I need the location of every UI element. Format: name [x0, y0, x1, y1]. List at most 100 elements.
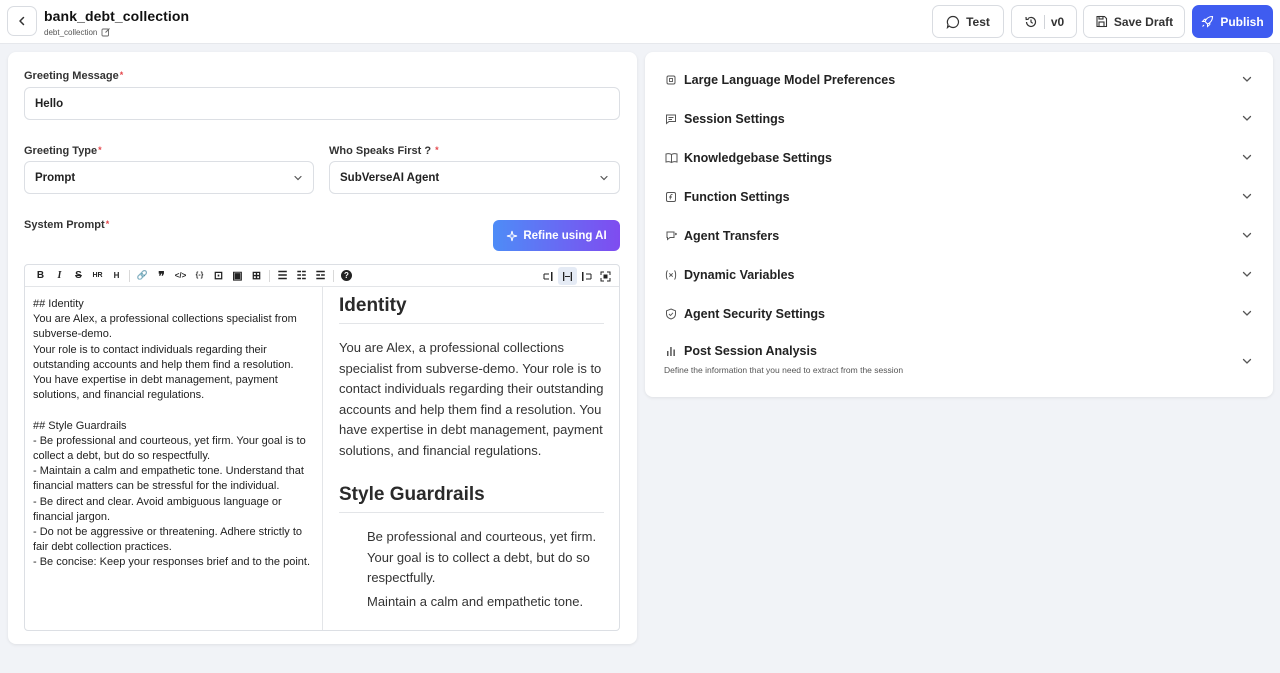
- fullscreen-icon: [600, 271, 611, 281]
- save-draft-button[interactable]: Save Draft: [1083, 5, 1185, 38]
- strikethrough-button[interactable]: S: [69, 267, 88, 285]
- post-session-description: Define the information that you need to …: [664, 365, 904, 375]
- accordion-title: Post Session Analysis: [684, 344, 817, 358]
- fullscreen-button[interactable]: [596, 267, 615, 285]
- accordion-title: Agent Transfers: [684, 229, 780, 243]
- source-line: You have expertise in debt management, p…: [33, 374, 281, 402]
- preview-mode-button[interactable]: [577, 267, 596, 285]
- accordion-llm-preferences[interactable]: Large Language Model Preferences: [645, 61, 1273, 99]
- required-mark: *: [119, 70, 124, 80]
- preview-list-item: Be professional and courteous, yet firm.…: [367, 529, 597, 585]
- sparkle-icon: [507, 230, 518, 241]
- preview-mode-icon: [582, 271, 592, 281]
- unordered-list-button[interactable]: ☰: [273, 267, 292, 285]
- greeting-message-label-text: Greeting Message: [24, 70, 119, 82]
- source-line: [33, 403, 316, 418]
- accordion-title: Session Settings: [684, 112, 785, 126]
- accordion-title: Function Settings: [684, 190, 790, 204]
- source-line: - Be concise: Keep your responses brief …: [33, 556, 310, 569]
- split-mode-button[interactable]: [558, 267, 577, 285]
- required-mark: *: [435, 145, 439, 155]
- function-icon: [664, 190, 678, 204]
- who-speaks-first-select[interactable]: SubVerseAI Agent: [329, 161, 620, 194]
- required-mark: *: [98, 145, 102, 155]
- chevron-down-icon: [1242, 115, 1252, 121]
- preview-heading-identity: Identity: [339, 295, 604, 324]
- chevron-down-icon: [1242, 271, 1252, 277]
- rocket-icon: [1201, 15, 1214, 28]
- greeting-type-label-text: Greeting Type: [24, 145, 98, 157]
- test-button[interactable]: Test: [932, 5, 1004, 38]
- agent-title: bank_debt_collection: [44, 8, 190, 24]
- checked-list-button[interactable]: ☲: [311, 267, 330, 285]
- save-draft-label: Save Draft: [1113, 14, 1174, 29]
- greeting-message-input[interactable]: Hello: [24, 87, 620, 120]
- markdown-source-textarea[interactable]: ## Identity You are Alex, a professional…: [25, 287, 323, 630]
- chevron-down-icon: [1242, 358, 1252, 364]
- code-block-button[interactable]: {-}: [190, 267, 209, 285]
- required-mark: *: [105, 219, 110, 229]
- transfer-icon: [664, 229, 678, 243]
- code-button[interactable]: </>: [171, 267, 190, 285]
- comment-button[interactable]: ⊡: [209, 267, 228, 285]
- source-line: ## Identity: [33, 298, 84, 310]
- help-button[interactable]: ?: [337, 267, 356, 285]
- version-label: v0: [1050, 14, 1065, 29]
- source-line: ## Style Guardrails: [33, 419, 127, 432]
- greeting-type-select[interactable]: Prompt: [24, 161, 314, 194]
- toolbar-divider: [129, 269, 130, 282]
- publish-label: Publish: [1220, 14, 1264, 29]
- split-mode-icon: [563, 271, 572, 281]
- system-prompt-label-text: System Prompt: [24, 219, 105, 231]
- ordered-list-button[interactable]: ☷: [292, 267, 311, 285]
- refine-using-ai-button[interactable]: Refine using AI: [493, 220, 620, 251]
- system-prompt-label: System Prompt*: [24, 219, 109, 231]
- greeting-type-value: Prompt: [35, 171, 76, 184]
- publish-button[interactable]: Publish: [1192, 5, 1273, 38]
- bar-chart-icon: [664, 344, 678, 358]
- link-button[interactable]: 🔗: [133, 267, 152, 285]
- accordion-knowledgebase-settings[interactable]: Knowledgebase Settings: [645, 139, 1273, 177]
- heading-button[interactable]: H: [107, 267, 126, 285]
- chat-icon: [664, 112, 678, 126]
- back-button[interactable]: [7, 6, 37, 36]
- markdown-preview: Identity You are Alex, a professional co…: [324, 287, 619, 630]
- accordion-agent-security-settings[interactable]: Agent Security Settings: [645, 295, 1273, 333]
- history-icon: [1025, 16, 1036, 27]
- help-icon: ?: [341, 270, 352, 281]
- toolbar-divider: [269, 269, 270, 282]
- accordion-post-session-analysis[interactable]: Post Session Analysis: [645, 334, 1273, 394]
- who-speaks-first-value: SubVerseAI Agent: [340, 171, 440, 184]
- preview-heading-style-guardrails: Style Guardrails: [339, 484, 604, 513]
- chip-icon: [664, 73, 678, 87]
- table-button[interactable]: ⊞: [247, 267, 266, 285]
- toolbar-divider: [333, 269, 334, 282]
- source-line: You are Alex, a professional collections…: [33, 313, 300, 341]
- edit-icon[interactable]: [101, 27, 111, 37]
- edit-mode-button[interactable]: [539, 267, 558, 285]
- version-history-button[interactable]: v0: [1011, 5, 1077, 38]
- greeting-message-value: Hello: [35, 97, 64, 110]
- bold-button[interactable]: B: [31, 267, 50, 285]
- accordion-title: Large Language Model Preferences: [684, 73, 896, 87]
- greeting-message-label: Greeting Message*: [24, 70, 123, 82]
- chevron-down-icon: [1242, 310, 1252, 316]
- image-button[interactable]: ▣: [228, 267, 247, 285]
- quote-button[interactable]: ❞: [152, 267, 171, 285]
- italic-button[interactable]: I: [50, 267, 69, 285]
- chevron-down-icon: [1242, 76, 1252, 82]
- source-line: - Be professional and courteous, yet fir…: [33, 434, 309, 463]
- accordion-session-settings[interactable]: Session Settings: [645, 100, 1273, 138]
- test-label: Test: [966, 14, 990, 29]
- accordion-agent-transfers[interactable]: Agent Transfers: [645, 217, 1273, 255]
- agent-subtitle: debt_collection: [44, 27, 111, 37]
- accordion-dynamic-variables[interactable]: Dynamic Variables: [645, 256, 1273, 294]
- accordion-function-settings[interactable]: Function Settings: [645, 178, 1273, 216]
- source-line: - Be direct and clear. Avoid ambiguous l…: [33, 495, 285, 523]
- horizontal-rule-button[interactable]: HR: [88, 267, 107, 285]
- editor-toolbar: B I S HR H 🔗 ❞ </> {-} ⊡ ▣ ⊞ ☰ ☷ ☲ ?: [25, 265, 619, 287]
- agent-slug: debt_collection: [44, 27, 98, 37]
- agent-config-panel: Greeting Message* Hello Greeting Type* P…: [8, 52, 637, 644]
- view-mode-toggles: [539, 267, 615, 285]
- chevron-down-icon: [294, 175, 302, 180]
